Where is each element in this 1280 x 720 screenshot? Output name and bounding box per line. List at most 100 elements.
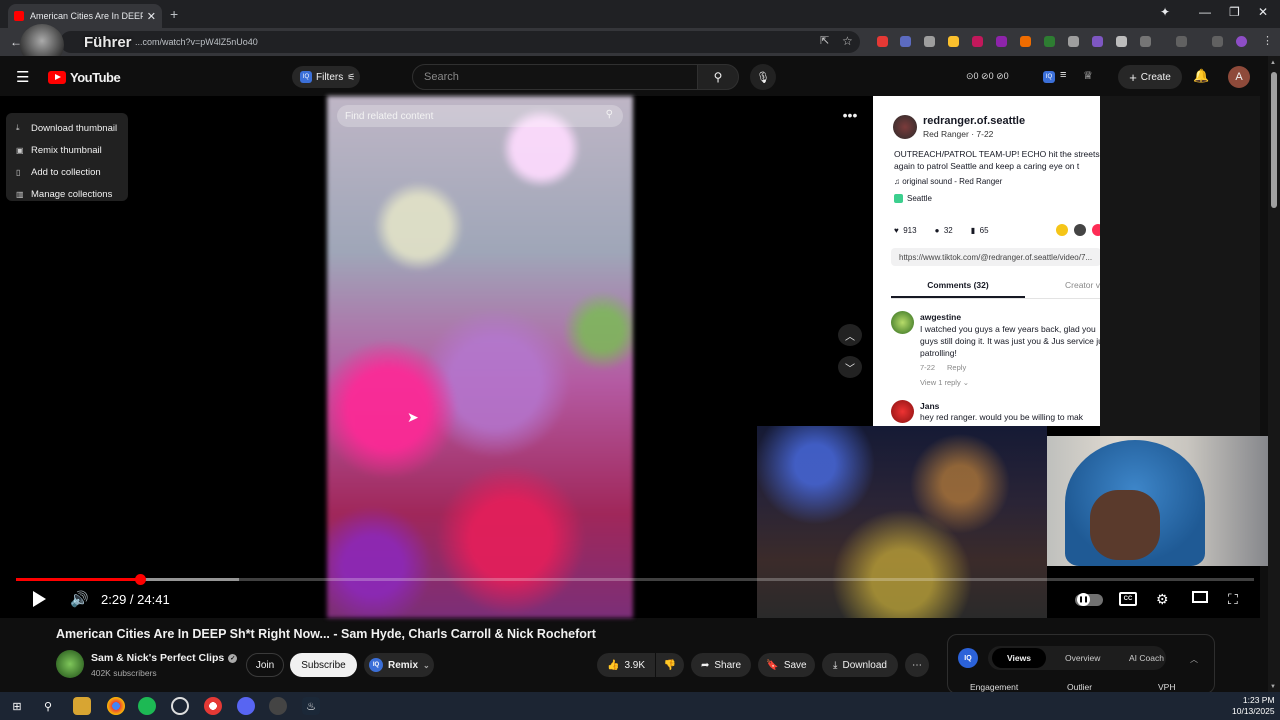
tab-views[interactable]: Views: [992, 648, 1046, 668]
tiktok-username[interactable]: redranger.of.seattle: [923, 115, 1025, 127]
profile-icon[interactable]: [1236, 36, 1247, 47]
trophy-icon[interactable]: ♕: [1083, 69, 1093, 82]
spotify-icon[interactable]: [138, 697, 156, 715]
dislike-button[interactable]: 👎: [656, 653, 684, 677]
address-bar[interactable]: ...com/watch?v=pW4lZ5nUo40: [60, 31, 860, 53]
install-icon[interactable]: ⇱: [820, 34, 829, 47]
notifications-bell-icon[interactable]: 🔔: [1193, 68, 1209, 84]
file-explorer-icon[interactable]: [73, 697, 91, 715]
view-replies-link[interactable]: View 1 reply ⌄: [920, 378, 969, 387]
comment-avatar[interactable]: [891, 311, 914, 334]
close-window-icon[interactable]: ✕: [1258, 5, 1268, 19]
more-actions-icon[interactable]: ⋯: [905, 653, 929, 677]
tab-comments[interactable]: Comments (32): [891, 280, 1025, 290]
comment-stat[interactable]: ● 32: [935, 226, 953, 235]
iq-icon[interactable]: IQ: [1043, 71, 1055, 83]
extension-icon[interactable]: [1068, 36, 1079, 47]
chevron-down-icon[interactable]: ﹀: [838, 356, 862, 378]
create-button[interactable]: + Create: [1118, 65, 1182, 89]
hamburger-menu-icon[interactable]: ☰: [16, 68, 29, 86]
voice-search-button[interactable]: 🎙: [750, 64, 776, 90]
account-avatar[interactable]: A: [1228, 66, 1250, 88]
extension-icon[interactable]: [924, 36, 935, 47]
join-button[interactable]: Join: [246, 653, 284, 677]
pokeball-icon[interactable]: [204, 697, 222, 715]
extension-icon[interactable]: [1044, 36, 1055, 47]
comment-avatar[interactable]: [891, 400, 914, 423]
filters-button[interactable]: IQ Filters ⚟: [292, 66, 360, 88]
extension-icon[interactable]: [948, 36, 959, 47]
tiktok-location[interactable]: Seattle: [894, 194, 932, 203]
app-icon[interactable]: [171, 697, 189, 715]
extension-icon[interactable]: [1092, 36, 1103, 47]
like-button[interactable]: 👍 3.9K: [597, 653, 655, 677]
scroll-down-icon[interactable]: ▼: [1270, 684, 1276, 690]
tiktok-avatar[interactable]: [893, 115, 917, 139]
extension-icon[interactable]: [996, 36, 1007, 47]
comment-author[interactable]: awgestine: [920, 312, 961, 322]
extension-icon[interactable]: [1116, 36, 1127, 47]
chevron-up-icon[interactable]: ︿: [838, 324, 862, 346]
windows-start-icon[interactable]: ⊞: [8, 697, 26, 715]
minimize-icon[interactable]: —: [1199, 5, 1211, 19]
scroll-up-icon[interactable]: ▲: [1270, 60, 1276, 66]
tiktok-link[interactable]: https://www.tiktok.com/@redranger.of.sea…: [891, 248, 1100, 266]
progress-scrubber[interactable]: [135, 574, 146, 585]
play-button[interactable]: [30, 590, 48, 608]
browser-tab[interactable]: American Cities Are In DEEP Sh... ✕: [8, 4, 162, 28]
discord-icon[interactable]: [237, 697, 255, 715]
tiktok-sound[interactable]: ♫ original sound - Red Ranger: [894, 177, 1002, 186]
menu-item-manage-collections[interactable]: ▥ Manage collections: [6, 183, 128, 205]
settings-gear-icon[interactable]: ⚙: [1156, 591, 1169, 608]
save-button[interactable]: 🔖 Save: [758, 653, 815, 677]
menu-item-remix-thumbnail[interactable]: ▣ Remix thumbnail: [6, 139, 128, 161]
more-options-icon[interactable]: •••: [838, 104, 862, 126]
chrome-icon[interactable]: [107, 697, 125, 715]
reply-link[interactable]: Reply: [947, 363, 966, 372]
list-icon[interactable]: ≡: [1060, 69, 1066, 81]
download-button[interactable]: ⤓ Download: [822, 653, 898, 677]
media-icon[interactable]: [1176, 36, 1187, 47]
extension-icon[interactable]: [877, 36, 888, 47]
bookmark-star-icon[interactable]: ☆: [842, 34, 853, 48]
channel-avatar[interactable]: [56, 650, 84, 678]
steam-icon[interactable]: ♨: [302, 697, 320, 715]
obs-icon[interactable]: [269, 697, 287, 715]
scrollbar-thumb[interactable]: [1271, 72, 1277, 208]
search-icon[interactable]: ⚲: [39, 697, 57, 715]
like-stat[interactable]: ♥ 913: [894, 226, 917, 235]
captions-icon[interactable]: CC: [1119, 592, 1137, 606]
channel-name[interactable]: Sam & Nick's Perfect Clips ✓: [91, 652, 238, 664]
comment-author[interactable]: Jans: [920, 401, 939, 411]
extension-icon[interactable]: [1020, 36, 1031, 47]
autoplay-toggle[interactable]: ❚❚: [1075, 593, 1103, 606]
maximize-icon[interactable]: ❐: [1229, 5, 1240, 19]
menu-item-add-to-collection[interactable]: ▯ Add to collection: [6, 161, 128, 183]
reading-list-icon[interactable]: [1212, 36, 1223, 47]
volume-icon[interactable]: 🔊: [70, 590, 89, 608]
theater-mode-icon[interactable]: [1192, 591, 1208, 603]
search-button[interactable]: ⚲: [697, 64, 739, 90]
subscribe-button[interactable]: Subscribe: [290, 653, 357, 677]
tab-overview[interactable]: Overview: [1065, 653, 1100, 663]
sparkle-icon[interactable]: ✦: [1160, 5, 1170, 19]
tab-creator-videos[interactable]: Creator v: [1065, 280, 1100, 290]
extension-icon[interactable]: [900, 36, 911, 47]
remix-button[interactable]: IQ Remix ⌄: [364, 653, 434, 677]
extension-icon[interactable]: [972, 36, 983, 47]
find-related-content-input[interactable]: Find related content ⚲: [337, 105, 623, 127]
system-clock[interactable]: 1:23 PM 10/13/2025: [1232, 695, 1275, 717]
embed-icon[interactable]: [1074, 224, 1086, 236]
save-stat[interactable]: ▮ 65: [971, 226, 989, 235]
extensions-puzzle-icon[interactable]: [1140, 36, 1151, 47]
browser-menu-icon[interactable]: ⋮: [1262, 34, 1273, 47]
tab-ai-coach[interactable]: AI Coach: [1129, 653, 1164, 663]
new-tab-icon[interactable]: +: [170, 6, 178, 22]
share-button[interactable]: ➦ Share: [691, 653, 751, 677]
search-input[interactable]: Search: [412, 64, 698, 90]
share-icon[interactable]: [1056, 224, 1068, 236]
close-tab-icon[interactable]: ✕: [147, 10, 156, 23]
fullscreen-icon[interactable]: ⛶: [1228, 591, 1238, 608]
youtube-logo[interactable]: YouTube: [48, 70, 121, 85]
share-icon[interactable]: [1092, 224, 1100, 236]
